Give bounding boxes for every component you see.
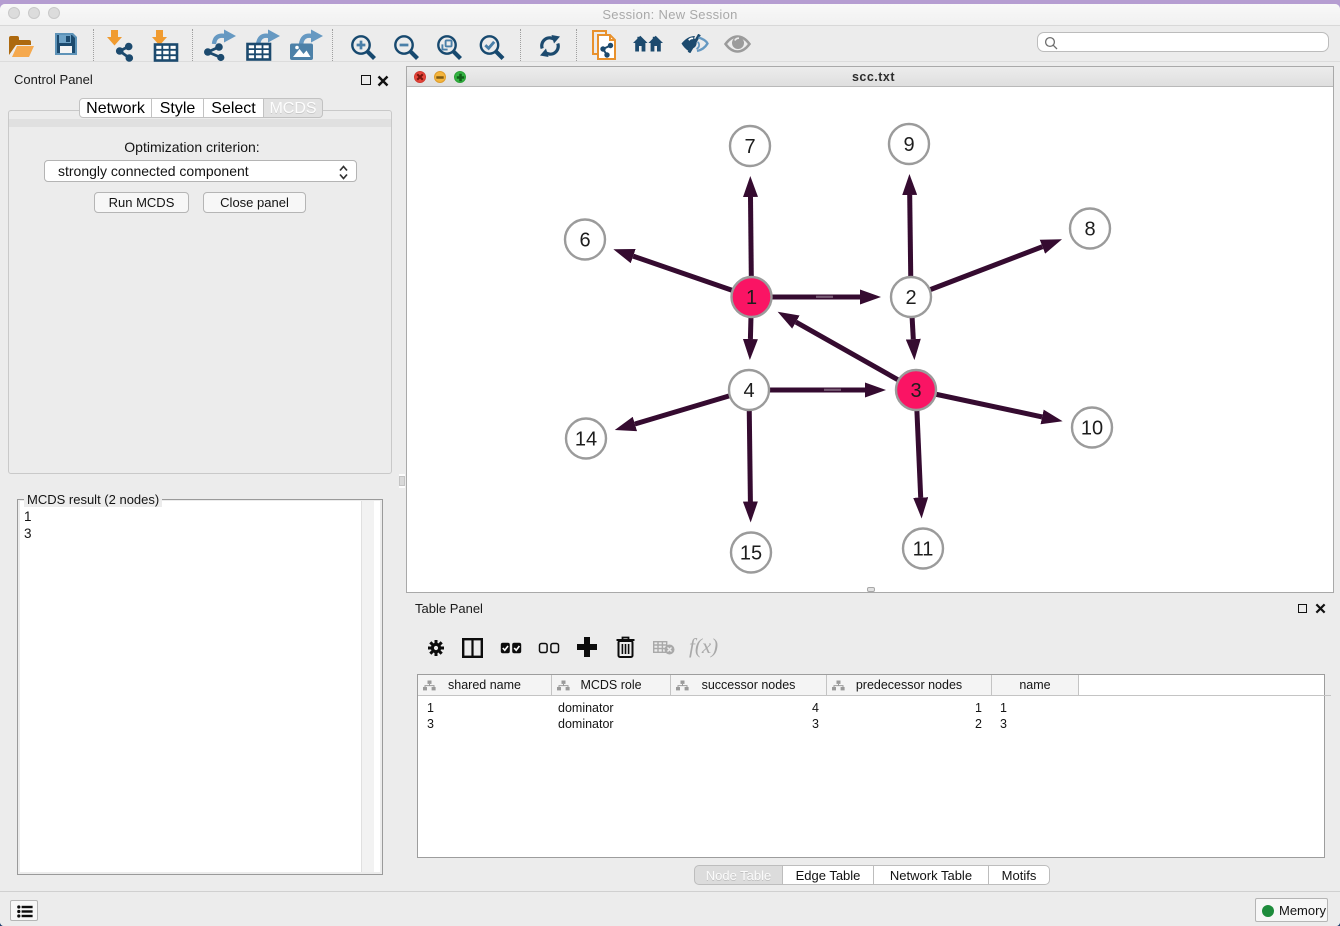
svg-text:11: 11 [913,539,934,561]
svg-text:3: 3 [910,380,921,402]
svg-text:6: 6 [579,230,590,252]
svg-text:4: 4 [743,380,754,402]
svg-text:10: 10 [1081,418,1103,440]
svg-text:14: 14 [575,429,597,451]
svg-text:7: 7 [744,136,755,158]
svg-text:15: 15 [740,543,762,565]
svg-text:8: 8 [1084,219,1095,241]
svg-text:9: 9 [903,134,914,156]
svg-text:2: 2 [905,287,916,309]
svg-text:1: 1 [746,287,757,309]
